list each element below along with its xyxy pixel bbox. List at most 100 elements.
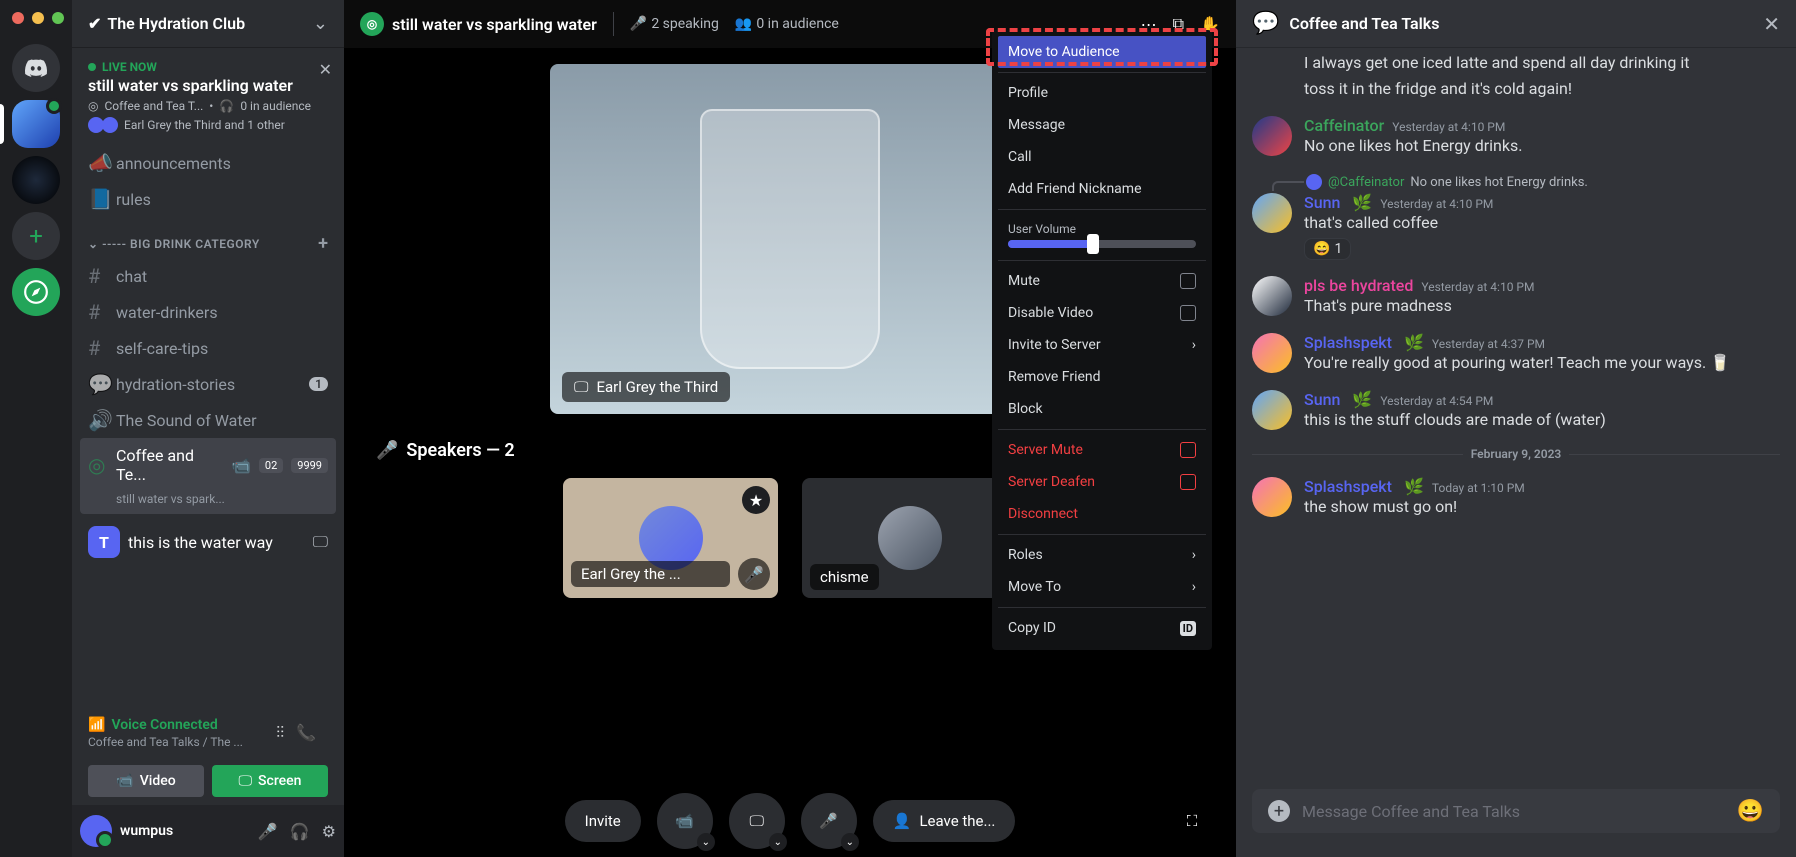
- menu-call[interactable]: Call: [998, 141, 1206, 173]
- video-label: 🖵 Earl Grey the Third: [562, 372, 730, 402]
- menu-message[interactable]: Message: [998, 109, 1206, 141]
- chat-header: 💬 Coffee and Tea Talks ✕: [1236, 0, 1796, 48]
- attach-button[interactable]: +: [1268, 800, 1290, 822]
- mute-icon[interactable]: 🎤: [258, 822, 278, 841]
- message-input[interactable]: [1302, 802, 1725, 821]
- server-header[interactable]: ✔The Hydration Club ⌄: [72, 0, 344, 48]
- emoji-button[interactable]: 😀: [1737, 799, 1764, 824]
- message-author[interactable]: Splashspekt: [1304, 333, 1392, 352]
- compass-icon: [23, 279, 49, 305]
- channel-chat[interactable]: #chat: [80, 258, 336, 294]
- leaf-icon: 🌿: [1352, 390, 1372, 409]
- people-icon: 👥: [735, 16, 752, 32]
- disconnect-icon[interactable]: 📞: [296, 723, 316, 743]
- message-author[interactable]: pls be hydrated: [1304, 276, 1413, 295]
- reply-reference[interactable]: @Caffeinator No one likes hot Energy dri…: [1272, 173, 1780, 191]
- invite-button[interactable]: Invite: [565, 800, 641, 842]
- speaker-name: chisme: [810, 564, 879, 590]
- user-avatar[interactable]: [80, 815, 112, 847]
- camera-toggle-button[interactable]: 📹⌄: [657, 793, 713, 849]
- channel-water-drinkers[interactable]: #water-drinkers: [80, 294, 336, 330]
- mic-toggle-button[interactable]: 🎤⌄: [801, 793, 857, 849]
- message-avatar[interactable]: [1252, 390, 1292, 430]
- server-other[interactable]: [12, 156, 60, 204]
- speaker-card[interactable]: chisme: [802, 478, 1017, 598]
- server-hydration-club[interactable]: [12, 100, 60, 148]
- menu-roles[interactable]: Roles›: [998, 539, 1206, 571]
- menu-move-to[interactable]: Move To›: [998, 571, 1206, 603]
- screen-icon: 🖵: [239, 773, 253, 789]
- deafen-icon[interactable]: 🎧: [290, 822, 310, 841]
- chat-message: pls be hydratedYesterday at 4:10 PMThat'…: [1252, 276, 1780, 317]
- message-avatar[interactable]: [1252, 477, 1292, 517]
- menu-copy-id[interactable]: Copy IDID: [998, 612, 1206, 644]
- channel-sound-of-water[interactable]: 🔊The Sound of Water: [80, 402, 336, 438]
- screen-share-toggle-button[interactable]: 🖵⌄: [729, 793, 785, 849]
- menu-disconnect[interactable]: Disconnect: [998, 498, 1206, 530]
- chevron-down-icon[interactable]: ⌄: [841, 833, 859, 851]
- message-author[interactable]: Sunn: [1304, 390, 1340, 409]
- chat-message: CaffeinatorYesterday at 4:10 PMNo one li…: [1252, 116, 1780, 157]
- voice-panel: 📶Voice Connected Coffee and Tea Talks / …: [72, 701, 344, 805]
- menu-server-deafen[interactable]: Server Deafen: [998, 466, 1206, 498]
- count-badge: 9999: [291, 458, 328, 473]
- screen-icon: 🖵: [574, 378, 588, 396]
- settings-icon[interactable]: ⚙: [322, 822, 336, 841]
- menu-remove-friend[interactable]: Remove Friend: [998, 361, 1206, 393]
- channel-category[interactable]: ⌄ ----- BIG DRINK CATEGORY +: [80, 217, 336, 258]
- checkbox-icon: [1180, 273, 1196, 289]
- window-controls: [12, 12, 64, 24]
- message-author[interactable]: Caffeinator: [1304, 116, 1384, 135]
- close-window[interactable]: [12, 12, 24, 24]
- reaction[interactable]: 😄 1: [1304, 238, 1351, 260]
- date-divider: February 9, 2023: [1252, 447, 1780, 461]
- leave-button[interactable]: 👤Leave the...: [873, 800, 1016, 842]
- message-avatar[interactable]: [1252, 116, 1292, 156]
- minimize-window[interactable]: [32, 12, 44, 24]
- stage-icon: ◎: [360, 12, 384, 36]
- message-author[interactable]: Sunn: [1304, 193, 1340, 212]
- menu-server-mute[interactable]: Server Mute: [998, 434, 1206, 466]
- video-tile[interactable]: 🖵 Earl Grey the Third: [550, 64, 1030, 414]
- home-button[interactable]: [12, 44, 60, 92]
- message-author[interactable]: Splashspekt: [1304, 477, 1392, 496]
- add-server-button[interactable]: +: [12, 212, 60, 260]
- chevron-right-icon: ›: [1192, 547, 1196, 563]
- message-timestamp: Yesterday at 4:10 PM: [1421, 280, 1534, 294]
- channel-hydration-stories[interactable]: 💬hydration-stories1: [80, 366, 336, 402]
- menu-block[interactable]: Block: [998, 393, 1206, 425]
- channel-rules[interactable]: 📘rules: [80, 181, 336, 217]
- menu-move-to-audience[interactable]: Move to Audience: [998, 36, 1206, 68]
- screen-share-button[interactable]: 🖵Screen: [212, 765, 328, 797]
- mic-off-icon: 🎤: [819, 812, 838, 830]
- message-avatar[interactable]: [1252, 193, 1292, 233]
- explore-button[interactable]: [12, 268, 60, 316]
- unread-badge: 1: [309, 377, 328, 391]
- speaker-card[interactable]: ★ Earl Grey the ... 🎤: [563, 478, 778, 598]
- add-channel-button[interactable]: +: [318, 233, 328, 254]
- menu-profile[interactable]: Profile: [998, 77, 1206, 109]
- channel-water-way[interactable]: T this is the water way 🖵: [80, 518, 336, 566]
- message-avatar[interactable]: [1252, 276, 1292, 316]
- chevron-down-icon[interactable]: ⌄: [769, 833, 787, 851]
- message-timestamp: Yesterday at 4:10 PM: [1392, 120, 1505, 134]
- menu-mute[interactable]: Mute: [998, 265, 1206, 297]
- video-button[interactable]: 📹Video: [88, 765, 204, 797]
- close-icon[interactable]: ✕: [1763, 12, 1780, 36]
- noise-suppression-icon[interactable]: ⫶⫶: [276, 723, 284, 743]
- channel-announcements[interactable]: 📣announcements: [80, 145, 336, 181]
- channel-self-care-tips[interactable]: #self-care-tips: [80, 330, 336, 366]
- stage-footer: Invite 📹⌄ 🖵⌄ 🎤⌄ 👤Leave the... ⛶: [344, 785, 1236, 857]
- message-avatar[interactable]: [1252, 333, 1292, 373]
- channel-list: 📣announcements 📘rules ⌄ ----- BIG DRINK …: [72, 145, 344, 701]
- close-icon[interactable]: ✕: [319, 60, 332, 79]
- menu-add-friend-nickname[interactable]: Add Friend Nickname: [998, 173, 1206, 205]
- chevron-down-icon[interactable]: ⌄: [697, 833, 715, 851]
- live-now-box[interactable]: LIVE NOW ✕ still water vs sparkling wate…: [72, 48, 344, 145]
- fullscreen-button[interactable]: ⛶: [1164, 793, 1220, 849]
- volume-slider[interactable]: [998, 240, 1206, 256]
- channel-coffee-tea-stage[interactable]: ◎ Coffee and Te... 📹 02 9999 still water…: [80, 438, 336, 514]
- menu-invite-to-server[interactable]: Invite to Server›: [998, 329, 1206, 361]
- menu-disable-video[interactable]: Disable Video: [998, 297, 1206, 329]
- maximize-window[interactable]: [52, 12, 64, 24]
